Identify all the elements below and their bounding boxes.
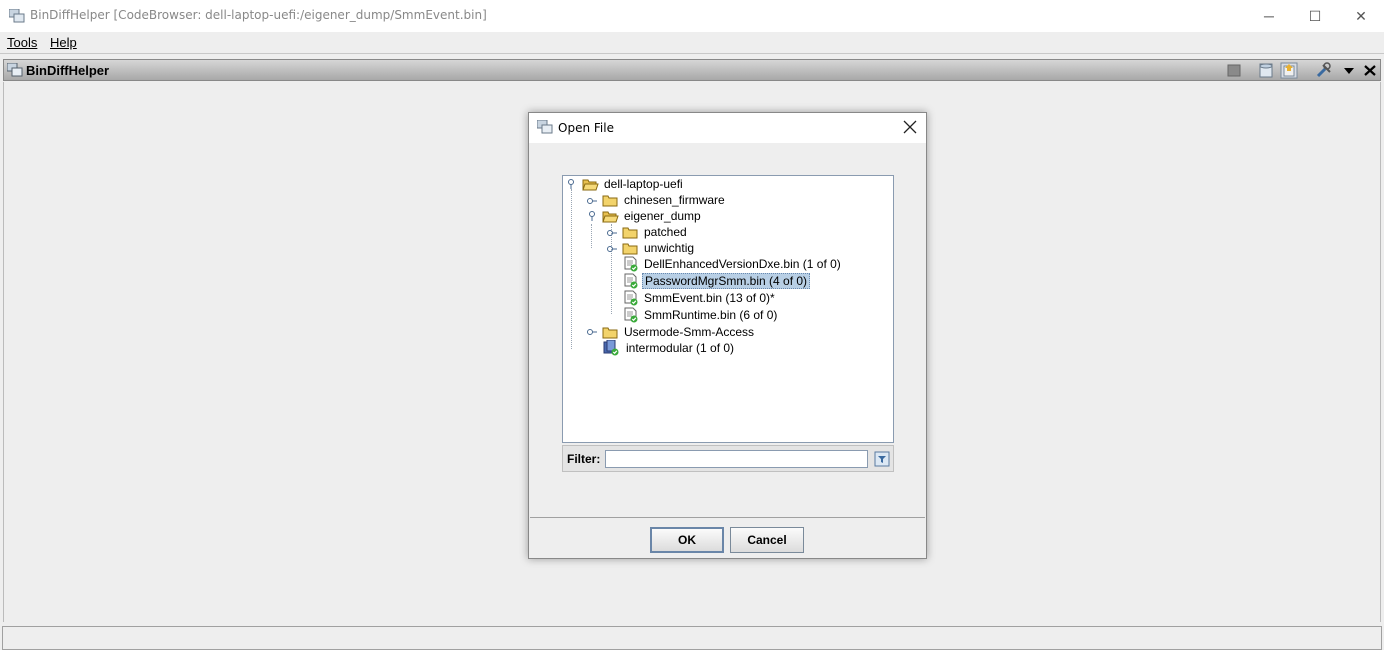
tree-node-label: chinesen_firmware (624, 193, 725, 207)
tree-node-label: PasswordMgrSmm.bin (4 of 0) (642, 273, 811, 289)
menubar: Tools Help (0, 32, 1384, 54)
menu-help[interactable]: Help (50, 35, 77, 50)
tree-node-label: eigener_dump (624, 209, 701, 223)
expand-toggle-icon[interactable] (587, 327, 597, 337)
expand-toggle-icon[interactable] (607, 228, 617, 238)
close-window-button[interactable]: ✕ (1338, 0, 1384, 32)
tree-node-folder[interactable]: eigener_dump (602, 208, 703, 224)
cancel-button[interactable]: Cancel (730, 527, 804, 553)
ok-button[interactable]: OK (650, 527, 724, 553)
tree-node-folder[interactable]: chinesen_firmware (602, 192, 727, 208)
tree-node-label: SmmRuntime.bin (6 of 0) (644, 308, 778, 322)
database-icon[interactable] (1257, 62, 1275, 79)
tree-node-label: unwichtig (644, 241, 695, 255)
tools-icon[interactable] (1315, 62, 1333, 79)
panel-title: BinDiffHelper (26, 63, 110, 78)
tree-node-label: Usermode-Smm-Access (624, 325, 755, 339)
folder-icon (622, 227, 638, 238)
program-file-icon (624, 256, 638, 272)
tree-node-label: dell-laptop-uefi (604, 177, 683, 191)
dialog-icon (537, 120, 553, 134)
stop-icon[interactable] (1225, 62, 1243, 79)
window-title: BinDiffHelper [CodeBrowser: dell-laptop-… (30, 8, 487, 22)
status-bar (2, 626, 1382, 650)
project-tree[interactable]: dell-laptop-uefi chinesen_firmware eigen… (562, 175, 894, 443)
dialog-titlebar: Open File (529, 113, 926, 143)
open-file-icon[interactable] (1280, 62, 1298, 79)
window-titlebar: BinDiffHelper [CodeBrowser: dell-laptop-… (0, 0, 1384, 32)
tree-node-file[interactable]: SmmRuntime.bin (6 of 0) (624, 307, 779, 323)
filter-label: Filter: (567, 452, 601, 466)
maximize-button[interactable]: ☐ (1292, 0, 1338, 32)
folder-icon (602, 195, 618, 206)
open-file-dialog: Open File dell-laptop-uefi chinesen_firm… (528, 112, 927, 559)
folder-icon (622, 243, 638, 254)
dropdown-arrow-icon[interactable] (1340, 62, 1358, 79)
program-file-icon (624, 290, 638, 306)
collapse-toggle-icon[interactable] (587, 211, 597, 221)
panel-header: BinDiffHelper (3, 59, 1381, 81)
filter-options-icon[interactable] (874, 451, 890, 467)
tree-node-root[interactable]: dell-laptop-uefi (582, 176, 685, 192)
filter-input[interactable] (605, 450, 868, 468)
tree-node-label: intermodular (1 of 0) (626, 341, 735, 355)
folder-open-icon (582, 179, 599, 190)
tree-node-label: SmmEvent.bin (13 of 0)* (644, 291, 775, 305)
app-icon (9, 9, 25, 23)
close-icon[interactable] (1361, 62, 1379, 79)
tree-node-file-selected[interactable]: PasswordMgrSmm.bin (4 of 0) (624, 273, 811, 289)
dialog-body: dell-laptop-uefi chinesen_firmware eigen… (530, 144, 925, 518)
tree-node-file[interactable]: SmmEvent.bin (13 of 0)* (624, 290, 777, 306)
dialog-title: Open File (558, 121, 614, 135)
panel-icon (7, 63, 23, 77)
linked-project-icon (603, 340, 619, 356)
tree-node-label: DellEnhancedVersionDxe.bin (1 of 0) (644, 257, 841, 271)
tree-node-file[interactable]: DellEnhancedVersionDxe.bin (1 of 0) (624, 256, 843, 272)
menu-tools[interactable]: Tools (7, 35, 37, 50)
program-file-icon (624, 307, 638, 323)
folder-icon (602, 327, 618, 338)
tree-node-folder[interactable]: patched (622, 224, 689, 240)
minimize-button[interactable]: ─ (1246, 0, 1292, 32)
collapse-toggle-icon[interactable] (566, 179, 576, 189)
tree-node-folder[interactable]: unwichtig (622, 240, 696, 256)
expand-toggle-icon[interactable] (587, 196, 597, 206)
filter-row: Filter: (562, 445, 894, 472)
dialog-close-icon[interactable] (902, 119, 918, 135)
folder-open-icon (602, 211, 619, 222)
tree-node-linked[interactable]: intermodular (1 of 0) (603, 340, 736, 356)
tree-node-label: patched (644, 225, 687, 239)
tree-node-folder[interactable]: Usermode-Smm-Access (602, 324, 756, 340)
expand-toggle-icon[interactable] (607, 244, 617, 254)
program-file-icon (624, 273, 638, 289)
